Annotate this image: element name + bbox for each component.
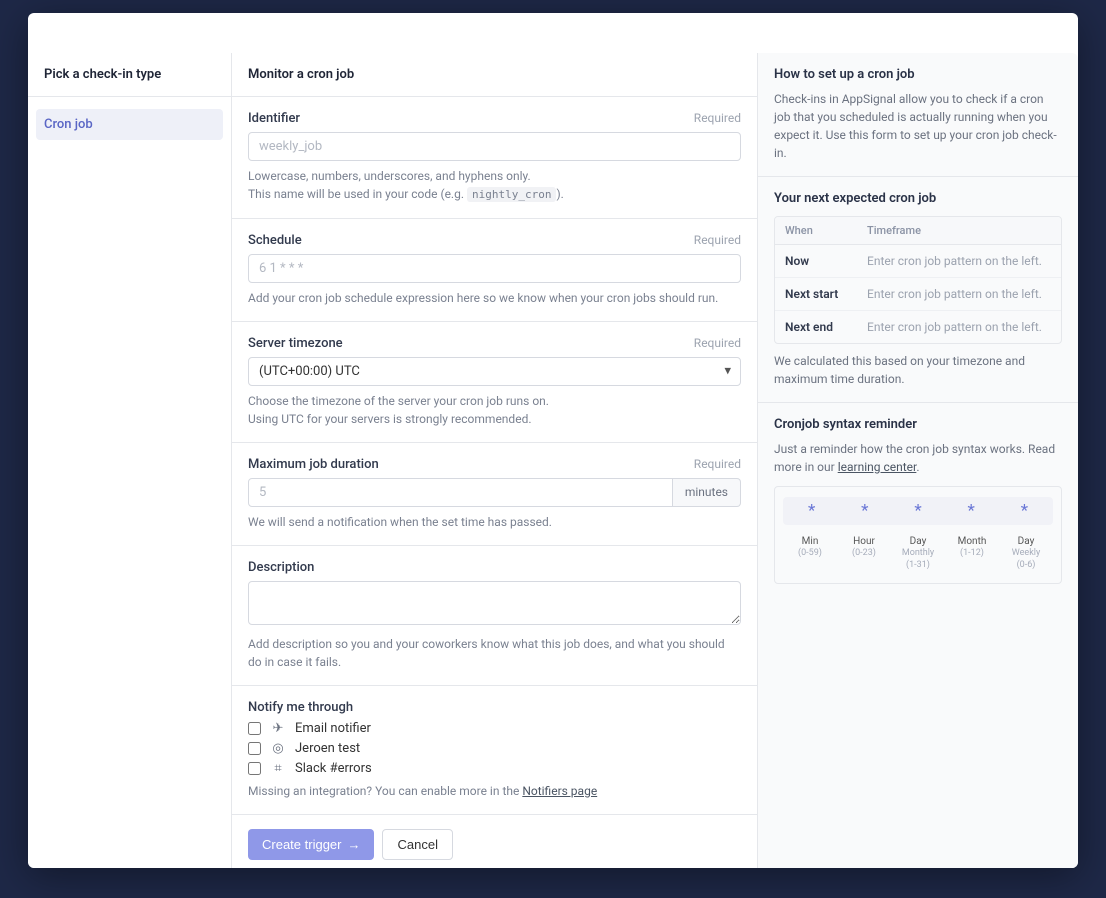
notify-checkbox-slack[interactable] xyxy=(248,762,261,775)
slack-icon: ⌗ xyxy=(271,761,285,776)
cron-col-month: Month(1-12) xyxy=(945,535,999,571)
notify-section: Notify me through ✈ Email notifier ◎ Jer… xyxy=(232,686,757,815)
target-icon: ◎ xyxy=(271,741,285,756)
description-input[interactable] xyxy=(248,581,741,625)
schedule-section: Schedule Required Add your cron job sche… xyxy=(232,219,757,322)
identifier-section: Identifier Required Lowercase, numbers, … xyxy=(232,97,757,219)
sidebar-header: Pick a check-in type xyxy=(28,53,231,97)
table-row: Now Enter cron job pattern on the left. xyxy=(775,245,1061,278)
expected-table: When Timeframe Now Enter cron job patter… xyxy=(774,216,1062,344)
expected-title: Your next expected cron job xyxy=(774,191,1062,206)
form-actions: Create trigger → Cancel xyxy=(232,815,757,869)
th-timeframe: Timeframe xyxy=(857,217,1061,245)
table-row: Next start Enter cron job pattern on the… xyxy=(775,278,1061,311)
help-panel: How to set up a cron job Check-ins in Ap… xyxy=(758,53,1078,868)
notify-option-jeroen[interactable]: ◎ Jeroen test xyxy=(248,741,741,756)
duration-label: Maximum job duration xyxy=(248,457,379,472)
identifier-help: Lowercase, numbers, underscores, and hyp… xyxy=(248,167,741,204)
notify-option-label: Slack #errors xyxy=(295,761,372,776)
setup-text: Check-ins in AppSignal allow you to chec… xyxy=(774,90,1062,162)
setup-title: How to set up a cron job xyxy=(774,67,1062,82)
timezone-section: Server timezone Required (UTC+00:00) UTC… xyxy=(232,322,757,443)
syntax-title: Cronjob syntax reminder xyxy=(774,417,1062,432)
create-trigger-button[interactable]: Create trigger → xyxy=(248,829,374,860)
notify-missing: Missing an integration? You can enable m… xyxy=(248,782,741,800)
identifier-label: Identifier xyxy=(248,111,300,126)
cron-col-hour: Hour(0-23) xyxy=(837,535,891,571)
paper-plane-icon: ✈ xyxy=(271,721,285,736)
description-label: Description xyxy=(248,560,314,575)
notify-option-slack[interactable]: ⌗ Slack #errors xyxy=(248,761,741,776)
required-badge: Required xyxy=(694,111,741,125)
sidebar-item-cron-job[interactable]: Cron job xyxy=(36,109,223,140)
cron-col-min: Min(0-59) xyxy=(783,535,837,571)
learning-center-link[interactable]: learning center xyxy=(838,460,917,474)
duration-unit: minutes xyxy=(673,478,741,507)
cron-col-day-week: DayWeekly(0-6) xyxy=(999,535,1053,571)
form-panel: Monitor a cron job Identifier Required L… xyxy=(232,53,758,868)
description-section: Description Add description so you and y… xyxy=(232,546,757,686)
schedule-label: Schedule xyxy=(248,233,302,248)
timezone-select[interactable]: (UTC+00:00) UTC xyxy=(248,357,741,386)
notify-option-email[interactable]: ✈ Email notifier xyxy=(248,721,741,736)
schedule-input[interactable] xyxy=(248,254,741,283)
required-badge: Required xyxy=(694,457,741,471)
table-row: Next end Enter cron job pattern on the l… xyxy=(775,311,1061,343)
cron-col-day-month: DayMonthly(1-31) xyxy=(891,535,945,571)
notify-label: Notify me through xyxy=(248,700,353,715)
duration-help: We will send a notification when the set… xyxy=(248,513,741,531)
notify-option-label: Email notifier xyxy=(295,721,371,736)
cancel-button[interactable]: Cancel xyxy=(382,829,452,860)
syntax-text: Just a reminder how the cron job syntax … xyxy=(774,440,1062,476)
timezone-help: Choose the timezone of the server your c… xyxy=(248,392,741,428)
setup-help-section: How to set up a cron job Check-ins in Ap… xyxy=(758,53,1078,177)
cron-star: * xyxy=(998,501,1051,521)
syntax-section: Cronjob syntax reminder Just a reminder … xyxy=(758,403,1078,598)
modal: Pick a check-in type Cron job Monitor a … xyxy=(28,13,1078,868)
th-when: When xyxy=(775,217,857,245)
duration-input[interactable] xyxy=(248,478,673,507)
cron-star: * xyxy=(785,501,838,521)
cron-star: * xyxy=(945,501,998,521)
identifier-input[interactable] xyxy=(248,132,741,161)
notify-option-label: Jeroen test xyxy=(295,741,360,756)
notify-checkbox-jeroen[interactable] xyxy=(248,742,261,755)
expected-footer: We calculated this based on your timezon… xyxy=(774,352,1062,388)
notify-checkbox-email[interactable] xyxy=(248,722,261,735)
duration-section: Maximum job duration Required minutes We… xyxy=(232,443,757,546)
expected-section: Your next expected cron job When Timefra… xyxy=(758,177,1078,403)
schedule-help: Add your cron job schedule expression he… xyxy=(248,289,741,307)
required-badge: Required xyxy=(694,336,741,350)
description-help: Add description so you and your coworker… xyxy=(248,635,741,671)
arrow-right-icon: → xyxy=(347,837,360,852)
timezone-label: Server timezone xyxy=(248,336,343,351)
cron-star: * xyxy=(838,501,891,521)
form-header: Monitor a cron job xyxy=(232,53,757,97)
type-sidebar: Pick a check-in type Cron job xyxy=(28,53,232,868)
cron-diagram: * * * * * Min(0-59) Hour(0-23) DayMonthl… xyxy=(774,486,1062,584)
cron-star: * xyxy=(891,501,944,521)
notifiers-page-link[interactable]: Notifiers page xyxy=(522,784,597,798)
required-badge: Required xyxy=(694,233,741,247)
